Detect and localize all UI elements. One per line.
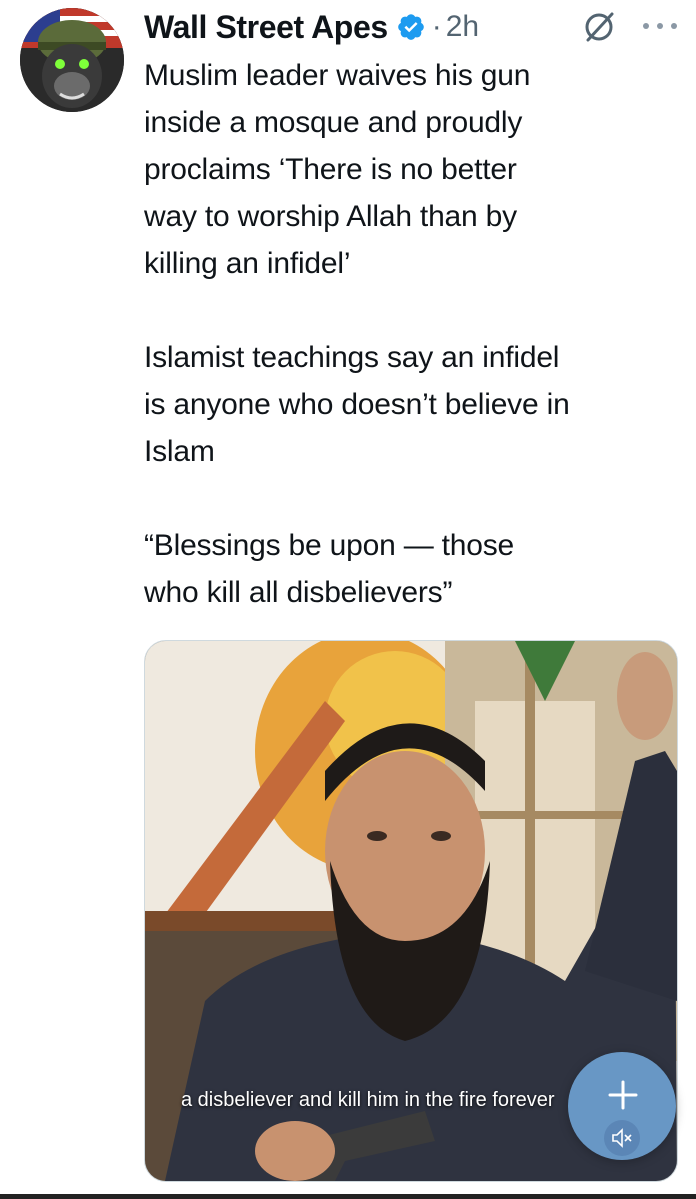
verified-badge-icon[interactable] <box>396 12 426 42</box>
plus-icon <box>608 1080 638 1110</box>
author-display-name[interactable]: Wall Street Apes <box>144 9 388 46</box>
volume-muted-icon <box>612 1128 632 1148</box>
author-avatar[interactable] <box>20 8 124 112</box>
post-timestamp[interactable]: 2h <box>446 10 479 44</box>
more-options-icon[interactable] <box>640 18 680 34</box>
post-header: Wall Street Apes · 2h <box>144 6 479 48</box>
separator-dot: · <box>431 10 442 43</box>
bottom-divider <box>0 1194 696 1199</box>
post-text: Muslim leader waives his gun inside a mo… <box>144 59 570 609</box>
gorilla-soldier-avatar <box>20 8 124 112</box>
mute-toggle-button[interactable] <box>604 1120 640 1156</box>
grok-icon[interactable] <box>582 10 616 44</box>
